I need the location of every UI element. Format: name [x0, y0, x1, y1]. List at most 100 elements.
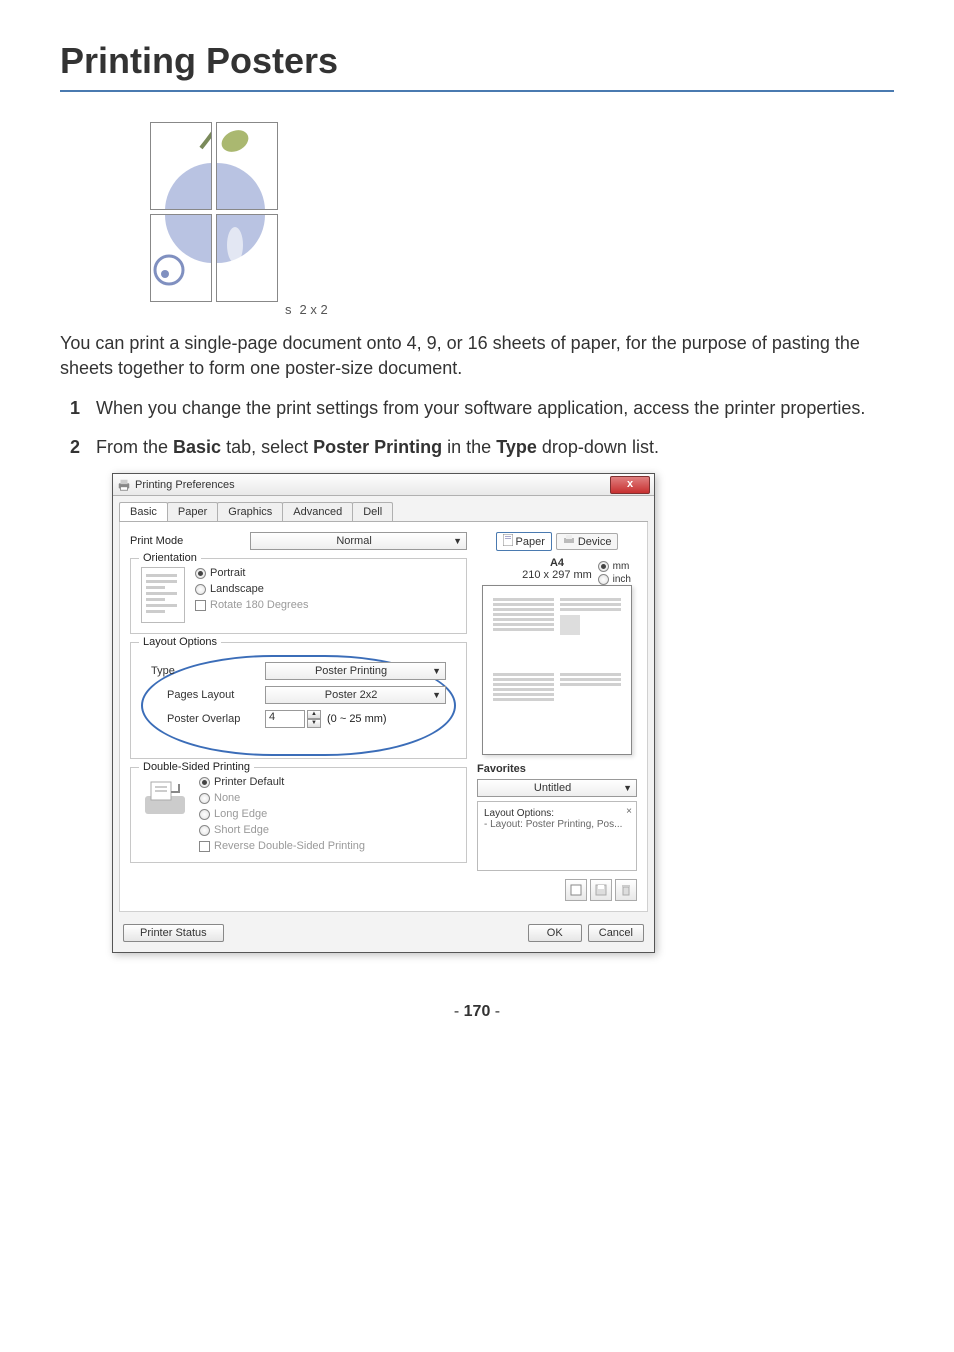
tab-basic[interactable]: Basic: [119, 502, 168, 521]
left-pane: Print Mode Normal ▼ Orientation Portrait…: [130, 532, 467, 901]
favorites-dropdown[interactable]: Untitled ▼: [477, 779, 637, 797]
preview-quad-2: [560, 598, 621, 667]
chevron-down-icon: ▼: [453, 536, 462, 546]
orientation-label: Orientation: [139, 552, 201, 564]
radio-icon: [598, 561, 609, 572]
favorites-title: Favorites: [477, 763, 637, 775]
favorites-opt-label: Layout Options:: [484, 808, 630, 819]
right-pane: Paper Device A4 210 x 297 mm mm inch: [477, 532, 637, 901]
page-number: - 170 -: [60, 1003, 894, 1021]
tab-dell[interactable]: Dell: [352, 502, 393, 521]
poster-label: s2 x 2: [285, 302, 894, 317]
chevron-down-icon: ▼: [432, 666, 441, 676]
fav-delete-icon[interactable]: [615, 879, 637, 901]
print-mode-value: Normal: [336, 535, 371, 547]
poster-cell-top-right: [216, 122, 278, 210]
chevron-down-icon: ▼: [432, 690, 441, 700]
preview-quad-1: [493, 598, 554, 667]
unit-inch-radio[interactable]: inch: [598, 574, 631, 585]
preview-tab-device[interactable]: Device: [556, 533, 619, 550]
close-button[interactable]: x: [610, 476, 650, 494]
step-number: 1: [60, 395, 96, 422]
pages-layout-label: Pages Layout: [151, 689, 265, 701]
step-list: 1 When you change the print settings fro…: [60, 395, 894, 461]
favorites-icons: [477, 879, 637, 901]
ok-button[interactable]: OK: [528, 924, 582, 942]
step-2: 2 From the Basic tab, select Poster Prin…: [60, 434, 894, 461]
fav-save-disk-icon[interactable]: [590, 879, 612, 901]
size-box: A4 210 x 297 mm mm inch: [477, 557, 637, 581]
poster-cell-top-left: [150, 122, 212, 210]
favorites-opt-detail: - Layout: Poster Printing, Pos...: [484, 819, 630, 830]
cancel-button[interactable]: Cancel: [588, 924, 644, 942]
pages-layout-dropdown[interactable]: Poster 2x2 ▼: [265, 686, 446, 704]
fav-save-icon[interactable]: [565, 879, 587, 901]
tab-graphics[interactable]: Graphics: [217, 502, 283, 521]
type-label: Type: [151, 665, 265, 677]
duplex-radios: Printer Default None Long Edge Short Edg…: [199, 776, 365, 852]
spinner-down-icon[interactable]: ▼: [307, 719, 321, 728]
step-2-text: From the Basic tab, select Poster Printi…: [96, 434, 894, 461]
duplex-label: Double-Sided Printing: [139, 761, 254, 773]
rotate-180-checkbox[interactable]: Rotate 180 Degrees: [195, 599, 308, 611]
poster-overlap-row: Poster Overlap 4 ▲ ▼ (0 ~ 25 mm): [151, 710, 446, 728]
type-row: Type Poster Printing ▼: [151, 662, 446, 680]
step-1-text: When you change the print settings from …: [96, 395, 894, 422]
poster-size-text: 2 x 2: [300, 302, 328, 317]
reverse-duplex-checkbox[interactable]: Reverse Double-Sided Printing: [199, 840, 365, 852]
orientation-thumbnail: [141, 567, 185, 623]
checkbox-icon: [199, 841, 210, 852]
preview-quad-4: [560, 673, 621, 742]
favorites-remove-icon[interactable]: ×: [626, 806, 632, 817]
document-icon: [503, 534, 513, 549]
unit-radios: mm inch: [598, 561, 631, 585]
pages-layout-row: Pages Layout Poster 2x2 ▼: [151, 686, 446, 704]
tab-advanced[interactable]: Advanced: [282, 502, 353, 521]
pages-layout-value: Poster 2x2: [325, 689, 378, 701]
intro-text: You can print a single-page document ont…: [60, 331, 894, 381]
favorites-detail-box: × Layout Options: - Layout: Poster Print…: [477, 801, 637, 871]
dialog-title: Printing Preferences: [135, 479, 235, 491]
step-1: 1 When you change the print settings fro…: [60, 395, 894, 422]
orientation-fieldset: Orientation Portrait Landscape Rotate 18…: [130, 558, 467, 634]
spinner-up-icon[interactable]: ▲: [307, 710, 321, 719]
radio-icon: [199, 793, 210, 804]
portrait-radio[interactable]: Portrait: [195, 567, 308, 579]
tabs-row: Basic Paper Graphics Advanced Dell: [119, 502, 648, 522]
radio-icon: [199, 777, 210, 788]
checkbox-icon: [195, 600, 206, 611]
radio-icon: [598, 574, 609, 585]
print-mode-dropdown[interactable]: Normal ▼: [250, 532, 467, 550]
poster-illustration: s2 x 2: [150, 122, 894, 317]
poster-overlap-spinner[interactable]: 4 ▲ ▼: [265, 710, 321, 728]
radio-icon: [199, 809, 210, 820]
layout-options-fieldset: Layout Options Type Poster Printing ▼ Pa…: [130, 642, 467, 759]
radio-icon: [195, 568, 206, 579]
poster-overlap-label: Poster Overlap: [151, 713, 265, 725]
printer-default-radio[interactable]: Printer Default: [199, 776, 365, 788]
long-edge-radio[interactable]: Long Edge: [199, 808, 365, 820]
poster-overlap-input[interactable]: 4: [265, 710, 305, 728]
print-mode-row: Print Mode Normal ▼: [130, 532, 467, 550]
preview-canvas: [482, 585, 632, 755]
layout-highlight-circle: Type Poster Printing ▼ Pages Layout Post…: [141, 655, 456, 756]
none-radio[interactable]: None: [199, 792, 365, 804]
printer-icon: [563, 535, 575, 548]
short-edge-radio[interactable]: Short Edge: [199, 824, 365, 836]
unit-mm-radio[interactable]: mm: [598, 561, 631, 572]
print-mode-label: Print Mode: [130, 535, 250, 547]
tab-paper[interactable]: Paper: [167, 502, 218, 521]
landscape-radio[interactable]: Landscape: [195, 583, 308, 595]
preview-tabs: Paper Device: [477, 532, 637, 551]
radio-icon: [199, 825, 210, 836]
printing-preferences-dialog: Printing Preferences x Basic Paper Graph…: [112, 473, 655, 953]
dialog-footer: Printer Status OK Cancel: [113, 918, 654, 952]
type-value: Poster Printing: [315, 665, 387, 677]
page-title: Printing Posters: [60, 40, 894, 92]
poster-cell-bottom-left: [150, 214, 212, 302]
type-dropdown[interactable]: Poster Printing ▼: [265, 662, 446, 680]
dialog-body: Print Mode Normal ▼ Orientation Portrait…: [119, 522, 648, 912]
preview-tab-paper[interactable]: Paper: [496, 532, 552, 551]
chevron-down-icon: ▼: [623, 783, 632, 793]
printer-status-button[interactable]: Printer Status: [123, 924, 224, 942]
